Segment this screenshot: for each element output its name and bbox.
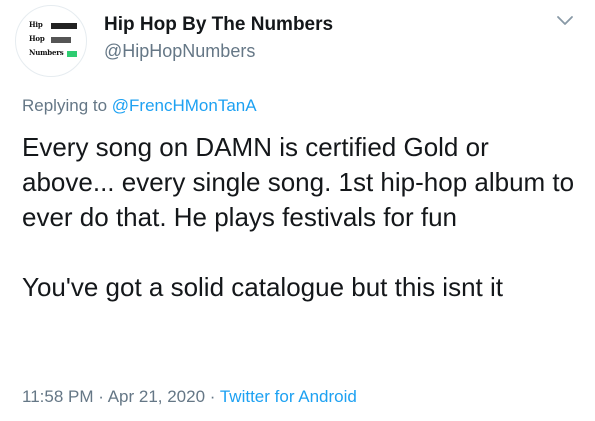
- avatar[interactable]: Hip Hop Numbers: [15, 5, 87, 77]
- tweet-date[interactable]: Apr 21, 2020: [108, 387, 205, 406]
- chevron-down-icon[interactable]: [555, 14, 575, 28]
- reply-mention-link[interactable]: @FrencHMonTanA: [112, 96, 257, 115]
- replying-to: Replying to @FrencHMonTanA: [22, 95, 257, 117]
- tweet-paragraph-1: Every song on DAMN is certified Gold or …: [22, 132, 575, 232]
- meta-separator: ·: [93, 387, 108, 406]
- author-handle[interactable]: @HipHopNumbers: [104, 40, 255, 62]
- meta-separator: ·: [205, 387, 220, 406]
- tweet-paragraph-2: You've got a solid catalogue but this is…: [22, 272, 503, 302]
- replying-to-label: Replying to: [22, 96, 112, 115]
- tweet-source-link[interactable]: Twitter for Android: [220, 387, 357, 406]
- hip-hop-numbers-logo: Hip Hop Numbers: [29, 19, 81, 63]
- tweet-time[interactable]: 11:58 PM: [22, 387, 94, 406]
- author-display-name[interactable]: Hip Hop By The Numbers: [104, 14, 333, 36]
- tweet-meta: 11:58 PM · Apr 21, 2020 · Twitter for An…: [22, 386, 357, 408]
- tweet-card: Hip Hop Numbers Hip Hop By The Numbers @…: [0, 0, 595, 421]
- tweet-text: Every song on DAMN is certified Gold or …: [22, 130, 582, 305]
